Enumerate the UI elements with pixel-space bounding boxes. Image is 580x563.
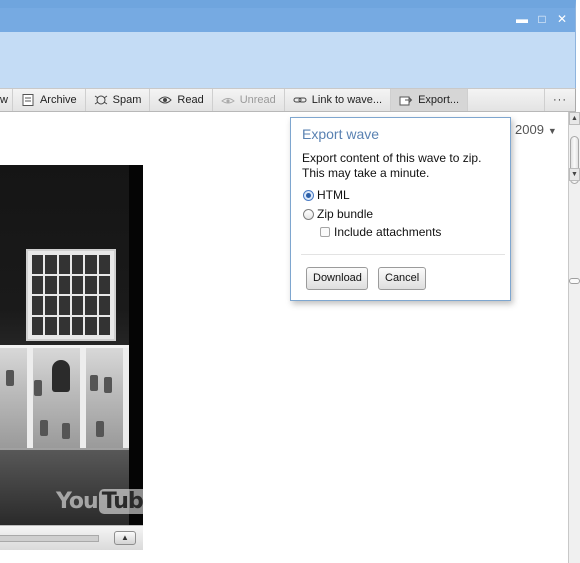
export-button[interactable]: Export...: [391, 89, 469, 111]
video-progress-bar[interactable]: [0, 535, 99, 542]
unread-icon: [220, 98, 235, 104]
archive-label: Archive: [39, 94, 77, 106]
wave-toolbar: w Archive Spam Read Unread Link to wave.…: [0, 88, 576, 112]
spam-label: Spam: [112, 94, 142, 106]
scroll-up-icon[interactable]: ▲: [569, 112, 580, 125]
archive-button[interactable]: Archive: [13, 89, 86, 111]
video-controls: ▲: [0, 525, 143, 550]
dialog-title: Export wave: [302, 126, 380, 142]
link-icon: [293, 97, 307, 103]
titlebar-strip: [0, 8, 575, 32]
vertical-scrollbar[interactable]: ▲ ▼: [568, 112, 580, 563]
eye-icon: [158, 96, 173, 104]
minimize-icon[interactable]: ▬: [515, 12, 529, 26]
maximize-icon[interactable]: □: [535, 12, 549, 26]
close-icon[interactable]: ✕: [555, 12, 569, 26]
read-button[interactable]: Read: [150, 89, 213, 111]
archive-icon: [22, 94, 34, 106]
scroll-down-icon[interactable]: ▼: [569, 168, 580, 181]
unread-label: Unread: [239, 94, 276, 106]
html-radio[interactable]: [303, 189, 314, 201]
date-selector[interactable]: 2009 ▼: [515, 122, 557, 137]
video-player[interactable]: YouTube ▲: [0, 165, 143, 550]
more-actions-button[interactable]: ···: [544, 89, 575, 111]
video-letterbox: [129, 165, 143, 525]
zip-bundle-radio[interactable]: [303, 208, 314, 220]
link-to-wave-label: Link to wave...: [311, 94, 383, 106]
unread-button[interactable]: Unread: [213, 89, 285, 111]
export-icon: [399, 96, 413, 106]
window-controls: ▬ □ ✕: [515, 12, 569, 26]
export-wave-dialog: Export wave Export content of this wave …: [290, 117, 511, 301]
toolbar-item-partial[interactable]: w: [0, 89, 13, 111]
window-titlebar: ▬ □ ✕: [0, 0, 576, 88]
spam-button[interactable]: Spam: [86, 89, 151, 111]
dialog-description: Export content of this wave to zip. This…: [302, 151, 482, 180]
export-label: Export...: [418, 94, 460, 106]
cancel-button[interactable]: Cancel: [378, 267, 426, 290]
download-button[interactable]: Download: [306, 267, 368, 290]
toolbar-item-label: w: [0, 94, 8, 106]
video-microscope: [52, 360, 70, 392]
read-label: Read: [177, 94, 204, 106]
zip-bundle-option-label: Zip bundle: [317, 207, 374, 221]
video-chart-board: [26, 249, 116, 341]
html-option[interactable]: HTML: [303, 188, 350, 202]
year-label: 2009: [515, 122, 544, 137]
include-attachments-option[interactable]: Include attachments: [320, 225, 441, 239]
scrollbar-position-marker[interactable]: [569, 278, 580, 284]
dialog-divider: [301, 254, 505, 255]
expand-icon[interactable]: ▲: [114, 531, 136, 545]
youtube-logo: YouTube: [56, 489, 143, 514]
zip-bundle-option[interactable]: Zip bundle: [303, 207, 373, 221]
include-attachments-label: Include attachments: [334, 225, 442, 239]
link-to-wave-button[interactable]: Link to wave...: [285, 89, 392, 111]
spam-icon: [94, 95, 107, 105]
chevron-down-icon: ▼: [547, 126, 557, 136]
html-option-label: HTML: [317, 188, 350, 202]
include-attachments-checkbox[interactable]: [320, 227, 330, 237]
